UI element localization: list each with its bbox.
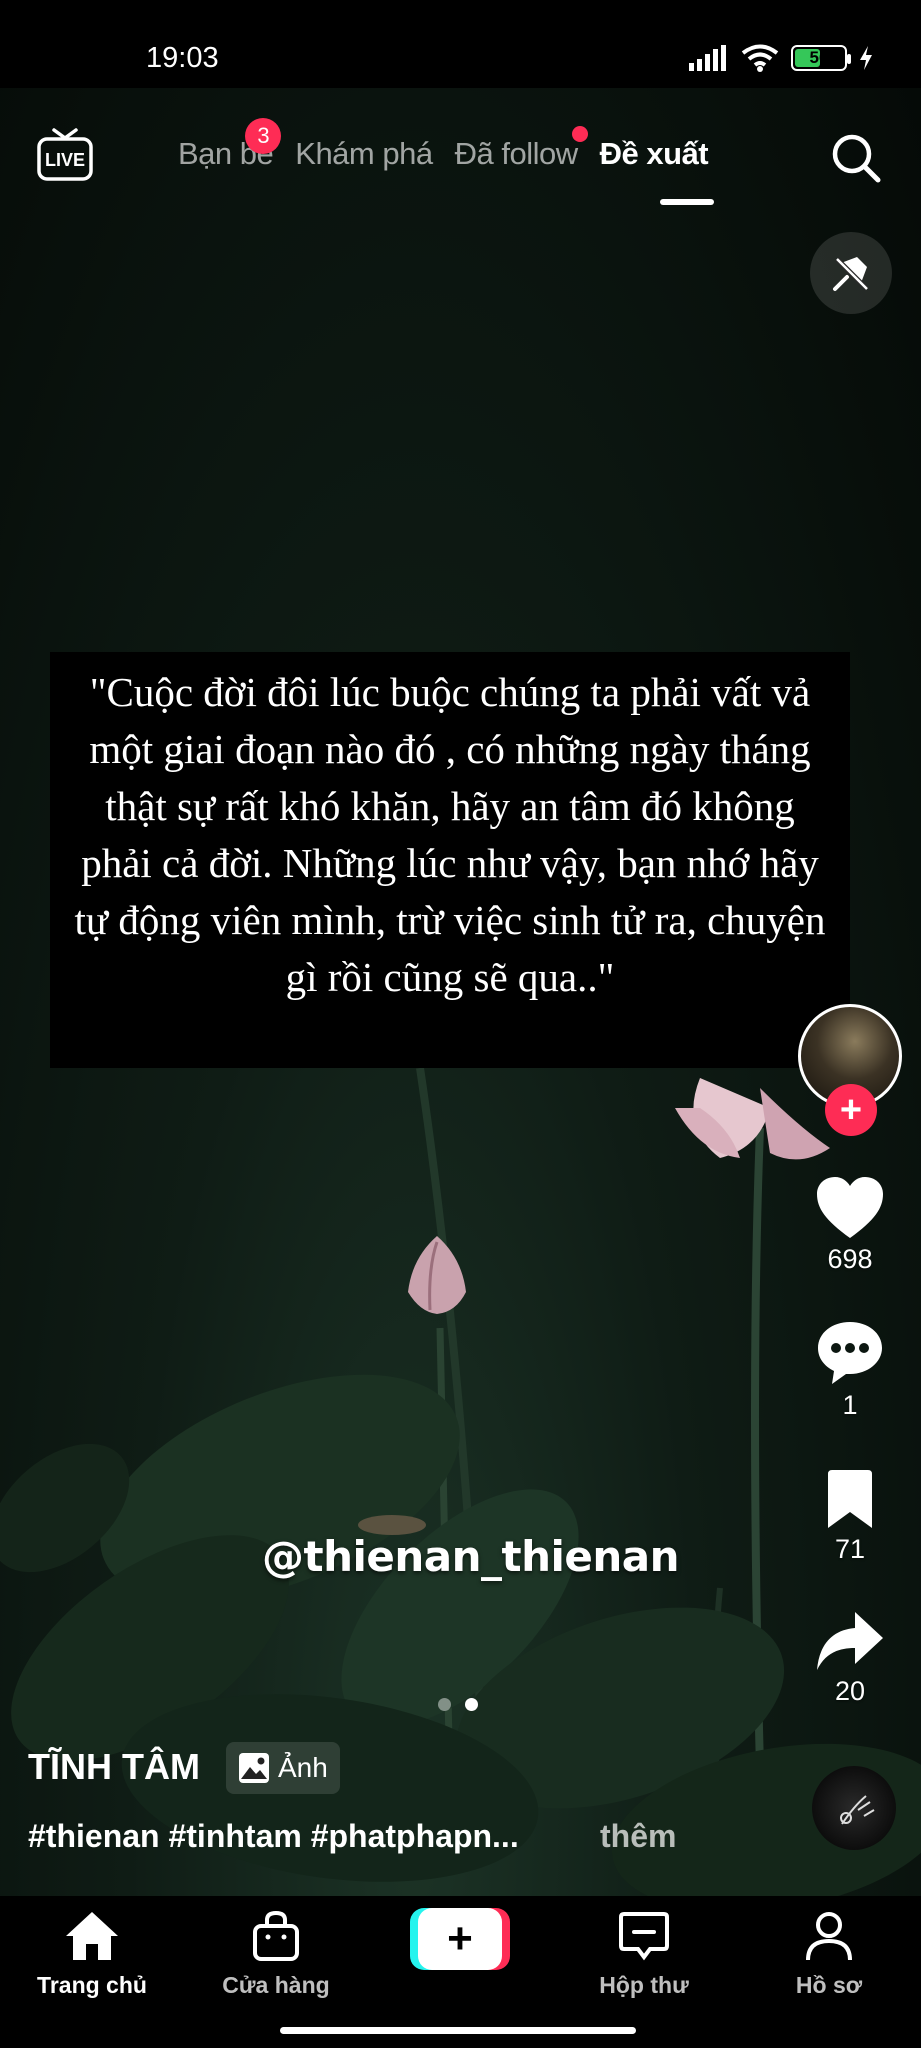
live-button[interactable]: LIVE [36,128,94,184]
like-button[interactable]: 698 [790,1176,910,1275]
nav-profile[interactable]: Hồ sơ [754,1910,904,1999]
nav-shop[interactable]: Cửa hàng [201,1910,351,1999]
inbox-icon [619,1912,669,1961]
home-icon [66,1912,118,1960]
search-icon [832,134,881,183]
tab-for-you-label: Đề xuất [599,136,709,171]
photo-badge-label: Ảnh [278,1752,328,1783]
creator-watermark: @thienan_thienan [262,1532,680,1581]
music-note-icon [840,1795,875,1825]
feed-tabs: Bạn bè 3 Khám phá Đã follow Đề xuất [178,118,730,172]
follow-button[interactable]: + [825,1084,877,1136]
nav-profile-label: Hồ sơ [795,1972,863,1998]
tab-friends[interactable]: Bạn bè 3 [178,118,282,172]
battery-text: 56 [809,48,829,67]
pin-icon [833,257,869,291]
active-tab-indicator [660,199,714,205]
status-bar: 19:03 56 [0,0,921,88]
post-caption[interactable]: #thienan #tinhtam #phatphapn... [28,1818,519,1855]
tab-explore-label: Khám phá [295,136,433,171]
following-new-dot [571,126,588,142]
music-disc[interactable] [812,1766,896,1850]
photo-type-badge: Ảnh [226,1742,340,1794]
comment-count: 1 [842,1390,858,1420]
nav-home[interactable]: Trang chủ [17,1910,167,1999]
nav-shop-label: Cửa hàng [222,1972,330,1998]
heart-icon [817,1177,883,1238]
photo-icon [239,1753,269,1783]
battery-indicator: 56 [791,45,851,71]
shop-bag-icon [253,1910,299,1961]
tab-following-label: Đã follow [454,136,579,171]
charging-bolt-icon [860,46,872,70]
caption-more-link[interactable]: thêm [600,1818,676,1855]
photo-page-indicator [438,1698,478,1711]
friends-count-badge: 3 [245,118,282,154]
status-icons: 56 [689,44,873,72]
save-count: 71 [834,1534,866,1564]
nav-inbox-label: Hộp thư [599,1972,689,1998]
page-dot[interactable] [438,1698,451,1711]
quote-text: "Cuộc đời đôi lúc buộc chúng ta phải vất… [74,669,826,1000]
status-time: 19:03 [146,42,219,74]
creator-avatar[interactable]: + [798,1004,902,1136]
comment-button[interactable]: 1 [790,1320,910,1421]
live-icon: LIVE [37,128,93,181]
pin-button[interactable] [810,232,892,314]
create-button[interactable]: + [410,1908,510,1970]
tab-following[interactable]: Đã follow [454,126,588,172]
tab-for-you[interactable]: Đề xuất [599,136,709,172]
comment-icon [818,1322,882,1384]
profile-icon [806,1912,852,1961]
create-plus-icon: + [418,1908,502,1970]
share-button[interactable]: 20 [790,1610,910,1707]
bookmark-icon [828,1470,872,1528]
page-dot-active[interactable] [465,1698,478,1711]
search-button[interactable] [828,130,884,186]
home-indicator[interactable] [280,2027,636,2034]
bottom-navigation: Trang chủ Cửa hàng + Hộp thư Hồ sơ [0,1896,921,2048]
quote-box: "Cuộc đời đôi lúc buộc chúng ta phải vất… [50,652,850,1068]
like-count: 698 [827,1244,873,1274]
nav-inbox[interactable]: Hộp thư [569,1910,719,1999]
tab-explore[interactable]: Khám phá [295,136,433,172]
svg-text:LIVE: LIVE [45,150,85,170]
author-name[interactable]: TĨNH TÂM [28,1746,200,1788]
nav-home-label: Trang chủ [37,1972,147,1998]
share-arrow-icon [817,1612,883,1670]
share-count: 20 [834,1676,866,1706]
save-button[interactable]: 71 [790,1470,910,1565]
signal-icon [689,45,726,71]
wifi-icon [741,44,779,72]
